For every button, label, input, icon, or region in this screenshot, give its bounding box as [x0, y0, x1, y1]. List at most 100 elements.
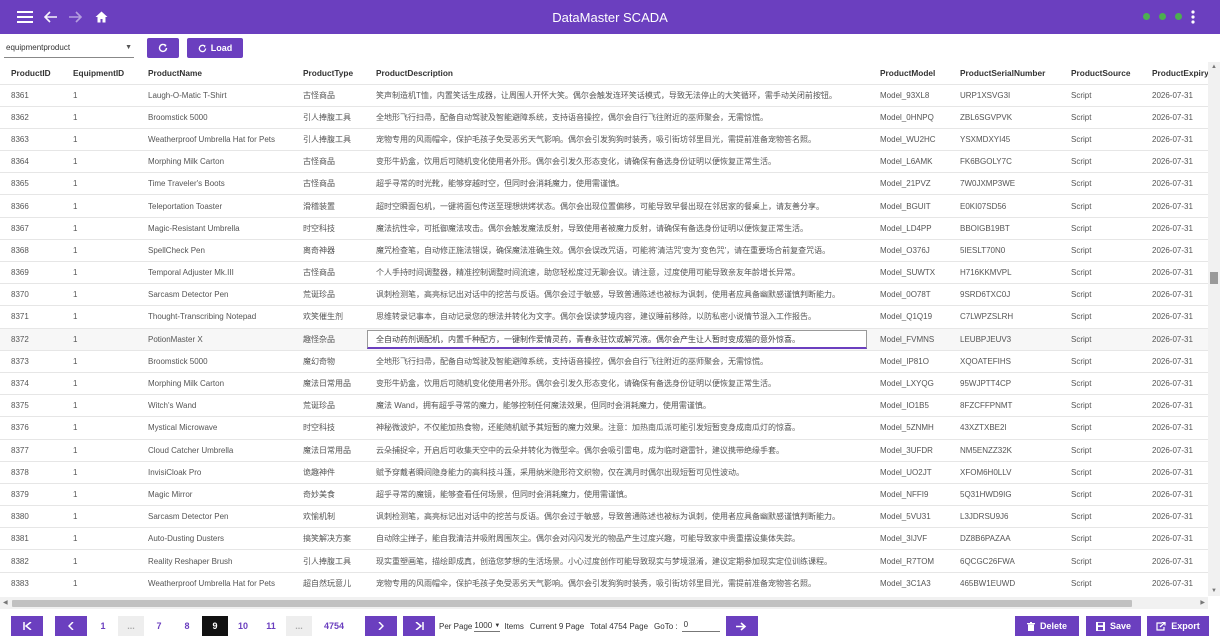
table-cell[interactable]: 2026-07-31: [1141, 327, 1208, 351]
table-cell[interactable]: 8363: [0, 127, 62, 151]
table-cell[interactable]: Script: [1060, 194, 1141, 218]
table-cell[interactable]: 趣怪杂品: [292, 327, 365, 351]
table-row[interactable]: 8374 1 Morphing Milk Carton 魔法日常用品 变形牛奶盒，饮用后…: [0, 371, 1208, 395]
table-cell[interactable]: Script: [1060, 283, 1141, 306]
table-cell[interactable]: 2026-07-31: [1141, 416, 1208, 439]
table-cell[interactable]: 1: [62, 549, 137, 573]
table-cell[interactable]: Model_R7TOM: [869, 549, 949, 573]
table-cell[interactable]: Script: [1060, 150, 1141, 173]
table-cell[interactable]: InvisiCloak Pro: [137, 460, 292, 484]
table-cell[interactable]: 宠物专用的风雨帽伞，保护毛孩子免受恶劣天气影响。偶尔会引发狗狗时装秀，吸引街坊邻…: [365, 127, 869, 151]
table-cell[interactable]: 全地形飞行扫帚，配备自动驾驶及智能避障系统，支持语音操控，偶尔会自行飞往附近的巫…: [365, 105, 869, 129]
table-cell[interactable]: H716KKMVPL: [949, 260, 1060, 284]
table-row[interactable]: 8378 1 InvisiCloak Pro 诡趣神件 赋予穿戴者瞬间隐身能力的高科技斗…: [0, 460, 1208, 484]
table-cell[interactable]: 引人捧腹工具: [292, 105, 365, 129]
table-cell[interactable]: Script: [1060, 549, 1141, 573]
table-cell[interactable]: 8374: [0, 371, 62, 395]
column-header[interactable]: ProductType: [292, 62, 365, 84]
table-cell[interactable]: Weatherproof Umbrella Hat for Pets: [137, 571, 292, 595]
table-row[interactable]: 8383 1 Weatherproof Umbrella Hat for Pets 超…: [0, 571, 1208, 595]
table-cell[interactable]: 全自动药剂调配机，内置千种配方，一键制作爱情灵药，青春永驻饮或解咒液。偶尔会产生…: [365, 327, 869, 351]
table-cell[interactable]: YSXMDXYI45: [949, 127, 1060, 151]
table-cell[interactable]: 1: [62, 571, 137, 595]
table-cell[interactable]: Weatherproof Umbrella Hat for Pets: [137, 127, 292, 151]
table-cell[interactable]: 8382: [0, 549, 62, 573]
table-row[interactable]: 8377 1 Cloud Catcher Umbrella 魔法日常用品 云朵捕捉伞，开…: [0, 438, 1208, 462]
table-row[interactable]: 8364 1 Morphing Milk Carton 古怪商品 变形牛奶盒，饮用后可随…: [0, 150, 1208, 173]
table-cell[interactable]: 8380: [0, 505, 62, 528]
table-cell[interactable]: Model_Q1Q19: [869, 305, 949, 329]
scroll-down-icon[interactable]: ▼: [1211, 588, 1217, 594]
table-cell[interactable]: 1: [62, 127, 137, 151]
table-cell[interactable]: 8375: [0, 394, 62, 417]
table-cell[interactable]: 荒诞珍品: [292, 394, 365, 417]
table-cell[interactable]: 1: [62, 394, 137, 417]
table-cell[interactable]: XFOM6H0LLV: [949, 460, 1060, 484]
column-header[interactable]: ProductName: [137, 62, 292, 84]
table-cell[interactable]: Model_3C1A3: [869, 571, 949, 595]
table-cell[interactable]: 讽刺检测笔，高亮标记出对话中的挖苦与反语。偶尔会过于敏感，导致普通陈述也被标为讽…: [365, 283, 869, 306]
scroll-right-icon[interactable]: ▶: [1200, 599, 1205, 606]
table-cell[interactable]: 魔法 Wand，拥有超乎寻常的魔力，能够控制任何魔法效果，但同时会消耗魔力，使用…: [365, 394, 869, 417]
table-cell[interactable]: 465BW1EUWD: [949, 571, 1060, 595]
table-cell[interactable]: 1: [62, 349, 137, 373]
table-cell[interactable]: 欢笑催生剂: [292, 305, 365, 329]
next-page-button[interactable]: [365, 616, 397, 636]
table-cell[interactable]: 2026-07-31: [1141, 482, 1208, 506]
table-cell[interactable]: 1: [62, 260, 137, 284]
page-number-button[interactable]: 11: [258, 616, 284, 636]
table-cell[interactable]: 7W0JXMP3WE: [949, 172, 1060, 195]
table-cell[interactable]: 引人捧腹工具: [292, 549, 365, 573]
table-cell[interactable]: Witch's Wand: [137, 394, 292, 417]
table-row[interactable]: 8381 1 Auto-Dusting Dusters 搞笑解决方案 自动除尘掸子，能自…: [0, 527, 1208, 550]
table-cell[interactable]: L3JDRSU9J6: [949, 505, 1060, 528]
table-cell[interactable]: 2026-07-31: [1141, 238, 1208, 262]
table-cell[interactable]: 赋予穿戴者瞬间隐身能力的高科技斗篷，采用纳米隐形符文织物，仅在满月时偶尔出现短暂…: [365, 460, 869, 484]
table-cell[interactable]: Script: [1060, 438, 1141, 462]
table-cell[interactable]: 神秘微波炉，不仅能加热食物，还能随机赋予其短暂的魔力效果。注意：加热南瓜派可能引…: [365, 416, 869, 439]
table-cell[interactable]: Magic-Resistant Umbrella: [137, 216, 292, 240]
table-cell[interactable]: 2026-07-31: [1141, 549, 1208, 573]
table-cell[interactable]: NM5ENZZ32K: [949, 438, 1060, 462]
table-cell[interactable]: 诡趣神件: [292, 460, 365, 484]
table-cell[interactable]: E0KI07SD56: [949, 194, 1060, 218]
table-cell[interactable]: 5Q31HWD9IG: [949, 482, 1060, 506]
table-cell[interactable]: PotionMaster X: [137, 327, 292, 351]
table-cell[interactable]: XQOATEFIHS: [949, 349, 1060, 373]
table-cell[interactable]: 2026-07-31: [1141, 127, 1208, 151]
table-cell[interactable]: 8376: [0, 416, 62, 439]
table-row[interactable]: 8368 1 SpellCheck Pen 离奇神器 魔咒检查笔，自动修正施法错误，确保…: [0, 238, 1208, 262]
save-button[interactable]: Save: [1086, 616, 1141, 636]
table-cell[interactable]: 2026-07-31: [1141, 571, 1208, 595]
table-cell[interactable]: 1: [62, 527, 137, 550]
table-cell[interactable]: 古怪商品: [292, 83, 365, 107]
table-cell[interactable]: 2026-07-31: [1141, 194, 1208, 218]
table-cell[interactable]: 古怪商品: [292, 172, 365, 195]
table-cell[interactable]: Model_3IJVF: [869, 527, 949, 550]
table-cell[interactable]: 8371: [0, 305, 62, 329]
table-cell[interactable]: Mystical Microwave: [137, 416, 292, 439]
table-cell[interactable]: Morphing Milk Carton: [137, 150, 292, 173]
page-number-button[interactable]: 7: [146, 616, 172, 636]
table-cell[interactable]: 8362: [0, 105, 62, 129]
table-cell[interactable]: 超自然玩意儿: [292, 571, 365, 595]
table-cell[interactable]: Broomstick 5000: [137, 105, 292, 129]
table-cell[interactable]: 2026-07-31: [1141, 371, 1208, 395]
table-cell[interactable]: 8378: [0, 460, 62, 484]
table-cell[interactable]: Model_WU2HC: [869, 127, 949, 151]
table-cell[interactable]: 1: [62, 460, 137, 484]
table-cell[interactable]: 古怪商品: [292, 260, 365, 284]
table-cell[interactable]: 8367: [0, 216, 62, 240]
table-cell[interactable]: 95WJPTT4CP: [949, 371, 1060, 395]
vertical-scroll-thumb[interactable]: [1210, 272, 1218, 284]
table-cell[interactable]: 时空科技: [292, 416, 365, 439]
table-cell[interactable]: Script: [1060, 172, 1141, 195]
horizontal-scrollbar[interactable]: ◀ ▶: [0, 597, 1208, 609]
column-header[interactable]: ProductExpiry: [1141, 62, 1208, 84]
table-row[interactable]: 8373 1 Broomstick 5000 魔幻奇物 全地形飞行扫帚，配备自动驾驶及智…: [0, 349, 1208, 373]
table-cell[interactable]: Model_L6AMK: [869, 150, 949, 173]
table-cell[interactable]: 2026-07-31: [1141, 283, 1208, 306]
table-cell[interactable]: ZBL6SGVPVK: [949, 105, 1060, 129]
scroll-left-icon[interactable]: ◀: [3, 599, 8, 606]
table-row[interactable]: 8369 1 Temporal Adjuster Mk.III 古怪商品 个人手持时间调…: [0, 260, 1208, 284]
